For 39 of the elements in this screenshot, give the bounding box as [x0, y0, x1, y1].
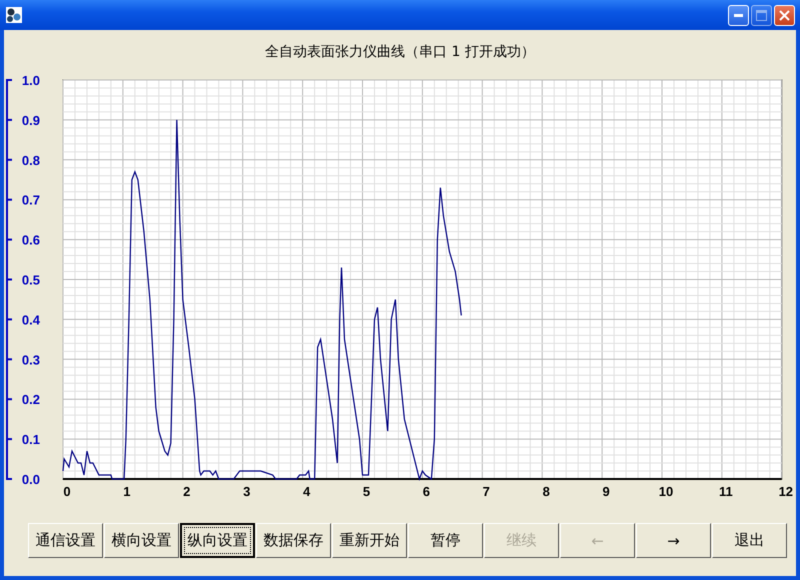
minimize-icon: [734, 14, 743, 16]
y-tick-label: 0.1: [22, 432, 40, 448]
close-button[interactable]: [774, 4, 795, 26]
x-tick-label: 5: [362, 484, 370, 499]
y-tick-label: 0.9: [22, 112, 40, 128]
x-tick-label: 10: [658, 484, 674, 499]
y-tick-label: 1.0: [22, 73, 40, 88]
x-tick-label: 1: [123, 484, 131, 499]
y-tick-label: 0.6: [22, 232, 40, 248]
x-tick-label: 0: [63, 484, 71, 499]
x-tick-label: 8: [542, 484, 550, 499]
x-tick-label: 2: [183, 484, 190, 499]
toolbar-button[interactable]: →: [636, 523, 711, 558]
y-tick-label: 0.3: [22, 352, 40, 368]
x-tick-label: 4: [302, 484, 310, 499]
minimize-button[interactable]: [728, 4, 749, 26]
toolbar-button[interactable]: 纵向设置: [180, 523, 255, 558]
toolbar-button[interactable]: 退出: [712, 523, 787, 558]
y-tick-label: 0.2: [22, 392, 40, 408]
y-tick-label: 0.4: [22, 312, 40, 328]
toolbar-button[interactable]: 重新开始: [332, 523, 407, 558]
y-tick-label: 0.5: [22, 272, 40, 288]
maximize-icon: [756, 10, 767, 20]
app-icon: [5, 6, 23, 24]
y-tick-label: 0.7: [22, 192, 40, 208]
y-tick-label: 0.8: [22, 152, 40, 168]
toolbar-button[interactable]: 数据保存: [256, 523, 331, 558]
x-tick-label: 6: [422, 484, 430, 499]
x-tick-label: 7: [482, 484, 490, 499]
toolbar-button[interactable]: 暂停: [408, 523, 483, 558]
toolbar-button[interactable]: 横向设置: [104, 523, 179, 558]
y-tick-label: 0.0: [22, 472, 40, 487]
x-tick-label: 3: [243, 484, 250, 499]
x-tick-label: 11: [719, 484, 733, 499]
x-tick-label: 9: [602, 484, 610, 499]
toolbar-button[interactable]: 通信设置: [28, 523, 103, 558]
close-icon: [779, 10, 790, 20]
chart-title: 全自动表面张力仪曲线（串口 1 打开成功）: [264, 43, 536, 62]
x-tick-label: 12: [778, 484, 794, 499]
